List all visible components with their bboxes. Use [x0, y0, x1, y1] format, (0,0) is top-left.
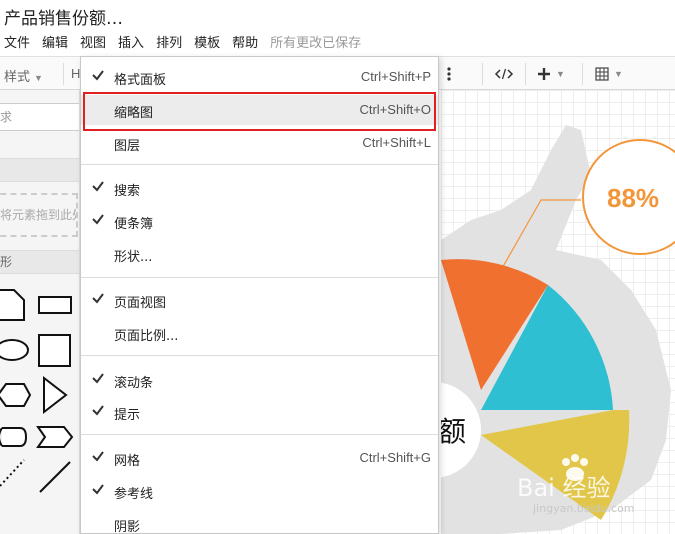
watermark-brand: Bai 经验 — [517, 474, 611, 502]
menu-item-label: 便条簿 — [114, 217, 154, 232]
shape-square[interactable] — [38, 334, 71, 367]
menu-arrange[interactable]: 排列 — [150, 32, 188, 51]
menu-divider — [81, 434, 438, 435]
shape-line[interactable] — [39, 461, 71, 493]
chevron-down-icon: ▼ — [34, 73, 43, 83]
menu-item-shortcut: Ctrl+Shift+L — [362, 135, 431, 150]
menu-item-page-view[interactable]: 页面视图 — [81, 285, 438, 315]
toolbar-divider — [63, 63, 64, 85]
menu-divider — [81, 277, 438, 278]
menu-insert[interactable]: 插入 — [112, 32, 150, 51]
insert-button[interactable]: ▼ — [537, 62, 565, 86]
check-icon — [92, 70, 104, 81]
check-icon — [92, 484, 104, 495]
menu-item-label: 提示 — [114, 408, 141, 423]
menu-item-label: 参考线 — [114, 487, 154, 502]
menu-item-page-scale[interactable]: 页面比例... — [81, 318, 438, 348]
menu-item-label: 图层 — [114, 139, 141, 154]
code-icon — [494, 68, 514, 80]
menu-item-label: 搜索 — [114, 184, 141, 199]
check-icon — [92, 293, 104, 304]
menu-item-format-panel[interactable]: 格式面板 Ctrl+Shift+P — [81, 62, 438, 92]
check-icon — [92, 373, 104, 384]
check-icon — [92, 451, 104, 462]
shape-rectangle[interactable] — [38, 296, 72, 314]
shape-note[interactable] — [0, 289, 25, 321]
menu-item-shapes[interactable]: 形状... — [81, 239, 438, 269]
menu-edit[interactable]: 编辑 — [36, 32, 74, 51]
format-label[interactable]: H — [71, 66, 80, 81]
menu-item-label: 滚动条 — [114, 376, 154, 391]
shape-ellipse[interactable] — [0, 339, 29, 361]
check-icon — [92, 405, 104, 416]
shape-dotted-line[interactable] — [0, 459, 25, 487]
menu-item-search[interactable]: 搜索 — [81, 173, 438, 203]
document-title[interactable]: 产品销售份额… — [4, 4, 123, 29]
code-button[interactable] — [494, 62, 514, 86]
menu-item-scrollbars[interactable]: 滚动条 — [81, 365, 438, 395]
menu-item-scratchpad[interactable]: 便条簿 — [81, 206, 438, 236]
percent-label: 88% — [607, 183, 660, 213]
scratchpad-drop-zone[interactable]: 将元素拖到此处 — [0, 193, 78, 237]
shape-triangle[interactable] — [43, 375, 68, 415]
shapes-section-header[interactable]: 形 — [0, 250, 79, 274]
toolbar-divider — [582, 63, 583, 85]
chevron-down-icon: ▼ — [556, 69, 565, 79]
menu-item-grid[interactable]: 网格 Ctrl+Shift+G — [81, 443, 438, 473]
plus-icon — [538, 68, 550, 80]
menu-item-label: 页面视图 — [114, 296, 167, 311]
style-label: 样式 — [4, 69, 31, 84]
diagram-canvas[interactable]: 88% 额 Bai 经验 jingyan.baidu.com — [441, 90, 675, 534]
menu-item-shadow[interactable]: 阴影 — [81, 509, 438, 534]
toolbar-divider — [482, 63, 483, 85]
menu-divider — [81, 164, 438, 165]
menu-item-shortcut: Ctrl+Shift+G — [359, 450, 431, 465]
check-icon — [92, 181, 104, 192]
menu-item-shortcut: Ctrl+Shift+P — [360, 69, 431, 84]
menu-view[interactable]: 视图 — [74, 32, 112, 51]
menu-template[interactable]: 模板 — [188, 32, 226, 51]
shape-cylinder[interactable] — [0, 427, 28, 447]
menu-item-label: 网格 — [114, 454, 141, 469]
table-icon — [595, 67, 609, 81]
scratchpad-header[interactable] — [0, 158, 79, 182]
chevron-down-icon: ▼ — [614, 69, 623, 79]
style-dropdown[interactable]: 样式 ▼ — [4, 66, 43, 85]
watermark-url: jingyan.baidu.com — [533, 502, 635, 515]
menu-item-label: 格式面板 — [114, 73, 167, 88]
more-button[interactable] — [446, 62, 452, 86]
shape-search-input[interactable]: 求 — [0, 103, 79, 131]
menu-file[interactable]: 文件 — [0, 32, 36, 51]
more-icon — [447, 67, 451, 81]
shape-step[interactable] — [36, 426, 74, 448]
shape-sidebar: 求 将元素拖到此处 形 — [0, 90, 80, 534]
check-icon — [92, 214, 104, 225]
shape-palette — [0, 289, 74, 493]
save-status: 所有更改已保存 — [270, 35, 362, 51]
pie-center-label: 额 — [441, 415, 467, 448]
menubar: 文件 编辑 视图 插入 排列 模板 帮助 所有更改已保存 — [0, 30, 367, 52]
menu-item-label: 阴影 — [114, 520, 141, 534]
toolbar-divider — [525, 63, 526, 85]
menu-item-tooltips[interactable]: 提示 — [81, 397, 438, 427]
menu-item-label: 页面比例... — [114, 329, 179, 344]
menu-item-layers[interactable]: 图层 Ctrl+Shift+L — [81, 128, 438, 158]
table-button[interactable]: ▼ — [595, 62, 623, 86]
annotation-highlight-box — [83, 92, 436, 131]
menu-item-guides[interactable]: 参考线 — [81, 476, 438, 506]
menu-help[interactable]: 帮助 — [226, 32, 264, 51]
menu-item-label: 形状... — [114, 250, 153, 265]
menu-divider — [81, 355, 438, 356]
shape-hexagon[interactable] — [0, 383, 32, 407]
